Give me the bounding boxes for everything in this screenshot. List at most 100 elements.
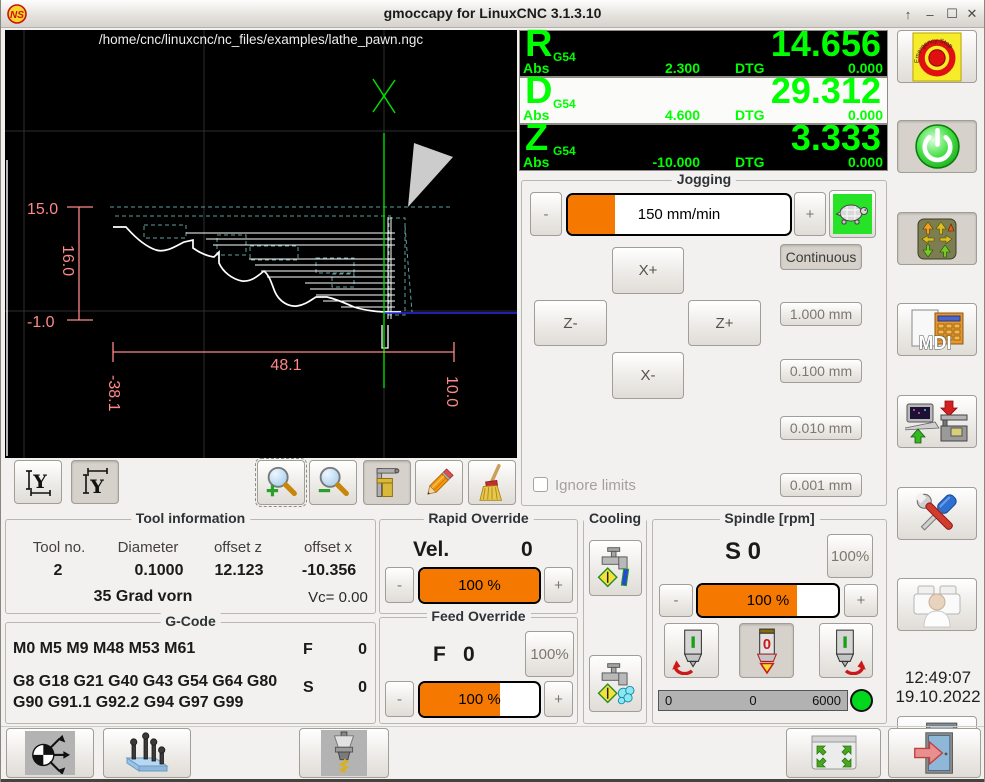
feed-reset-100-button[interactable]: 100% (525, 631, 574, 677)
zoom-in-icon (262, 464, 300, 502)
dimension-dtg-toggle-button[interactable]: Y (14, 460, 62, 504)
active-gcodes: G8 G18 G21 G40 G43 G54 G64 G80 G90 G91.1… (13, 671, 298, 713)
estop-button[interactable]: Emergency-Stop (897, 30, 977, 83)
maximize-button[interactable]: ☐ (942, 4, 962, 24)
mist-coolant-button[interactable] (589, 655, 642, 712)
jog-z-minus-button[interactable]: Z- (534, 300, 607, 346)
feed-override-bar[interactable]: 100 % (418, 681, 541, 718)
active-mcodes: M0 M5 M9 M48 M53 M61 (13, 640, 195, 658)
rapid-override-bar[interactable]: 100 % (418, 567, 541, 604)
edit-gcode-button[interactable] (415, 460, 463, 505)
turtle-icon (835, 200, 871, 228)
spindle-cw-button[interactable] (819, 623, 873, 678)
minimize-button[interactable]: – (920, 4, 940, 24)
clear-plot-button[interactable] (468, 460, 516, 505)
flood-coolant-icon (594, 544, 638, 592)
rapid-plus-button[interactable]: + (544, 567, 573, 603)
fullscreen-icon (809, 733, 859, 773)
back-exit-button[interactable] (888, 728, 981, 778)
jog-increment-0001mm-button[interactable]: 0.001 mm (780, 473, 862, 497)
tool-holder-icon (323, 731, 365, 775)
ignore-limits-checkbox[interactable] (533, 477, 548, 492)
mdi-mode-button[interactable]: MDI (897, 303, 977, 356)
offset-z-value: 12.123 (215, 562, 264, 580)
broom-icon (475, 464, 509, 502)
window-title: gmoccapy for LinuxCNC 3.1.3.10 (1, 5, 984, 21)
dimension-abs-toggle-button[interactable]: Y (71, 460, 119, 504)
power-icon (914, 123, 961, 170)
feed-override-text: 100 % (420, 683, 539, 716)
spindle-range-max: 6000 (812, 693, 841, 708)
feed-plus-button[interactable]: + (544, 681, 573, 717)
jog-speed-bar[interactable]: 150 mm/min (566, 193, 792, 236)
coordinate-origin-icon (27, 732, 73, 774)
rapid-minus-button[interactable]: - (385, 567, 414, 603)
close-button[interactable]: ✕ (962, 4, 982, 24)
spindle-stop-button[interactable]: 0 (739, 623, 794, 678)
f-label: F (303, 641, 313, 659)
spindle-override-bar[interactable]: 100 % (696, 583, 840, 618)
spindle-reset-100-button[interactable]: 100% (827, 534, 873, 578)
flood-coolant-button[interactable] (589, 540, 642, 596)
auto-mode-button[interactable] (897, 395, 977, 448)
tool-change-button[interactable] (299, 728, 389, 778)
jog-speed-plus-button[interactable]: + (794, 192, 826, 236)
dim-base-label: -1.0 (27, 314, 55, 331)
cooling-title: Cooling (584, 510, 646, 526)
turtle-jog-button[interactable] (829, 190, 876, 238)
machine-on-button[interactable] (897, 120, 977, 173)
jog-increment-1mm-button[interactable]: 1.000 mm (780, 302, 862, 326)
zoom-in-button[interactable] (257, 460, 305, 505)
feed-value: 0 (463, 643, 475, 667)
dro-dtg-value: 0.000 (848, 154, 883, 170)
dim-side-label: 16.0 (59, 245, 76, 276)
dim-length-label: 48.1 (270, 357, 301, 374)
jog-x-minus-button[interactable]: X- (612, 352, 684, 399)
jog-x-plus-button[interactable]: X+ (612, 247, 684, 294)
dim-right-label: 10.0 (443, 376, 460, 407)
gmoccapy-window: NS gmoccapy for LinuxCNC 3.1.3.10 ↑ – ☐ … (0, 0, 985, 782)
fullscreen-button[interactable] (786, 728, 881, 778)
tool-no-header: Tool no. (33, 539, 86, 556)
jog-continuous-button[interactable]: Continuous (780, 244, 862, 270)
settings-button[interactable] (897, 487, 977, 540)
zoom-out-button[interactable] (309, 460, 357, 505)
dro-abs-value: 2.300 (620, 60, 700, 76)
user-settings-button[interactable] (897, 578, 977, 631)
ignore-limits-label: Ignore limits (555, 477, 636, 494)
dim-height-label: 15.0 (27, 201, 58, 218)
dro-value: 3.333 (791, 117, 881, 159)
dro-value: 29.312 (771, 70, 881, 112)
jog-increment-01mm-button[interactable]: 0.100 mm (780, 359, 862, 383)
measure-tool-button[interactable] (363, 460, 411, 505)
block-height-icon (121, 732, 173, 774)
spindle-title: Spindle [rpm] (719, 510, 819, 526)
jog-z-plus-button[interactable]: Z+ (688, 300, 761, 346)
offset-x-value: -10.356 (302, 562, 356, 580)
exit-door-icon (912, 730, 958, 776)
touch-off-button[interactable] (6, 728, 94, 778)
dro-dtg-label: DTG (735, 60, 765, 76)
jog-speed-minus-button[interactable]: - (530, 192, 562, 236)
spindle-ccw-button[interactable] (664, 623, 719, 678)
dro-coord-system: G54 (553, 50, 576, 64)
zoom-out-icon (314, 464, 352, 502)
dro-coord-system: G54 (553, 97, 576, 111)
shade-window-button[interactable]: ↑ (898, 4, 918, 24)
svg-text:MDI: MDI (919, 333, 952, 352)
gcode-preview[interactable]: /home/cnc/linuxcnc/nc_files/examples/lat… (5, 30, 517, 458)
svg-text:Y: Y (89, 476, 104, 498)
clock-time: 12:49:07 (890, 668, 985, 687)
feed-minus-button[interactable]: - (385, 681, 414, 717)
spindle-plus-button[interactable]: + (844, 584, 878, 617)
dro-abs-value: 4.600 (620, 107, 700, 123)
manual-mode-button[interactable] (897, 212, 977, 265)
spindle-minus-button[interactable]: - (659, 584, 693, 617)
block-height-button[interactable] (103, 728, 191, 778)
jog-increment-001mm-button[interactable]: 0.010 mm (780, 416, 862, 440)
run-program-icon (905, 399, 969, 445)
tool-change-icon-bg (321, 730, 367, 776)
pawn-profile-path (113, 227, 401, 312)
dro-row-z[interactable]: Z G54 3.333 Abs -10.000 DTG 0.000 (519, 124, 888, 171)
caliper-icon (369, 465, 405, 501)
